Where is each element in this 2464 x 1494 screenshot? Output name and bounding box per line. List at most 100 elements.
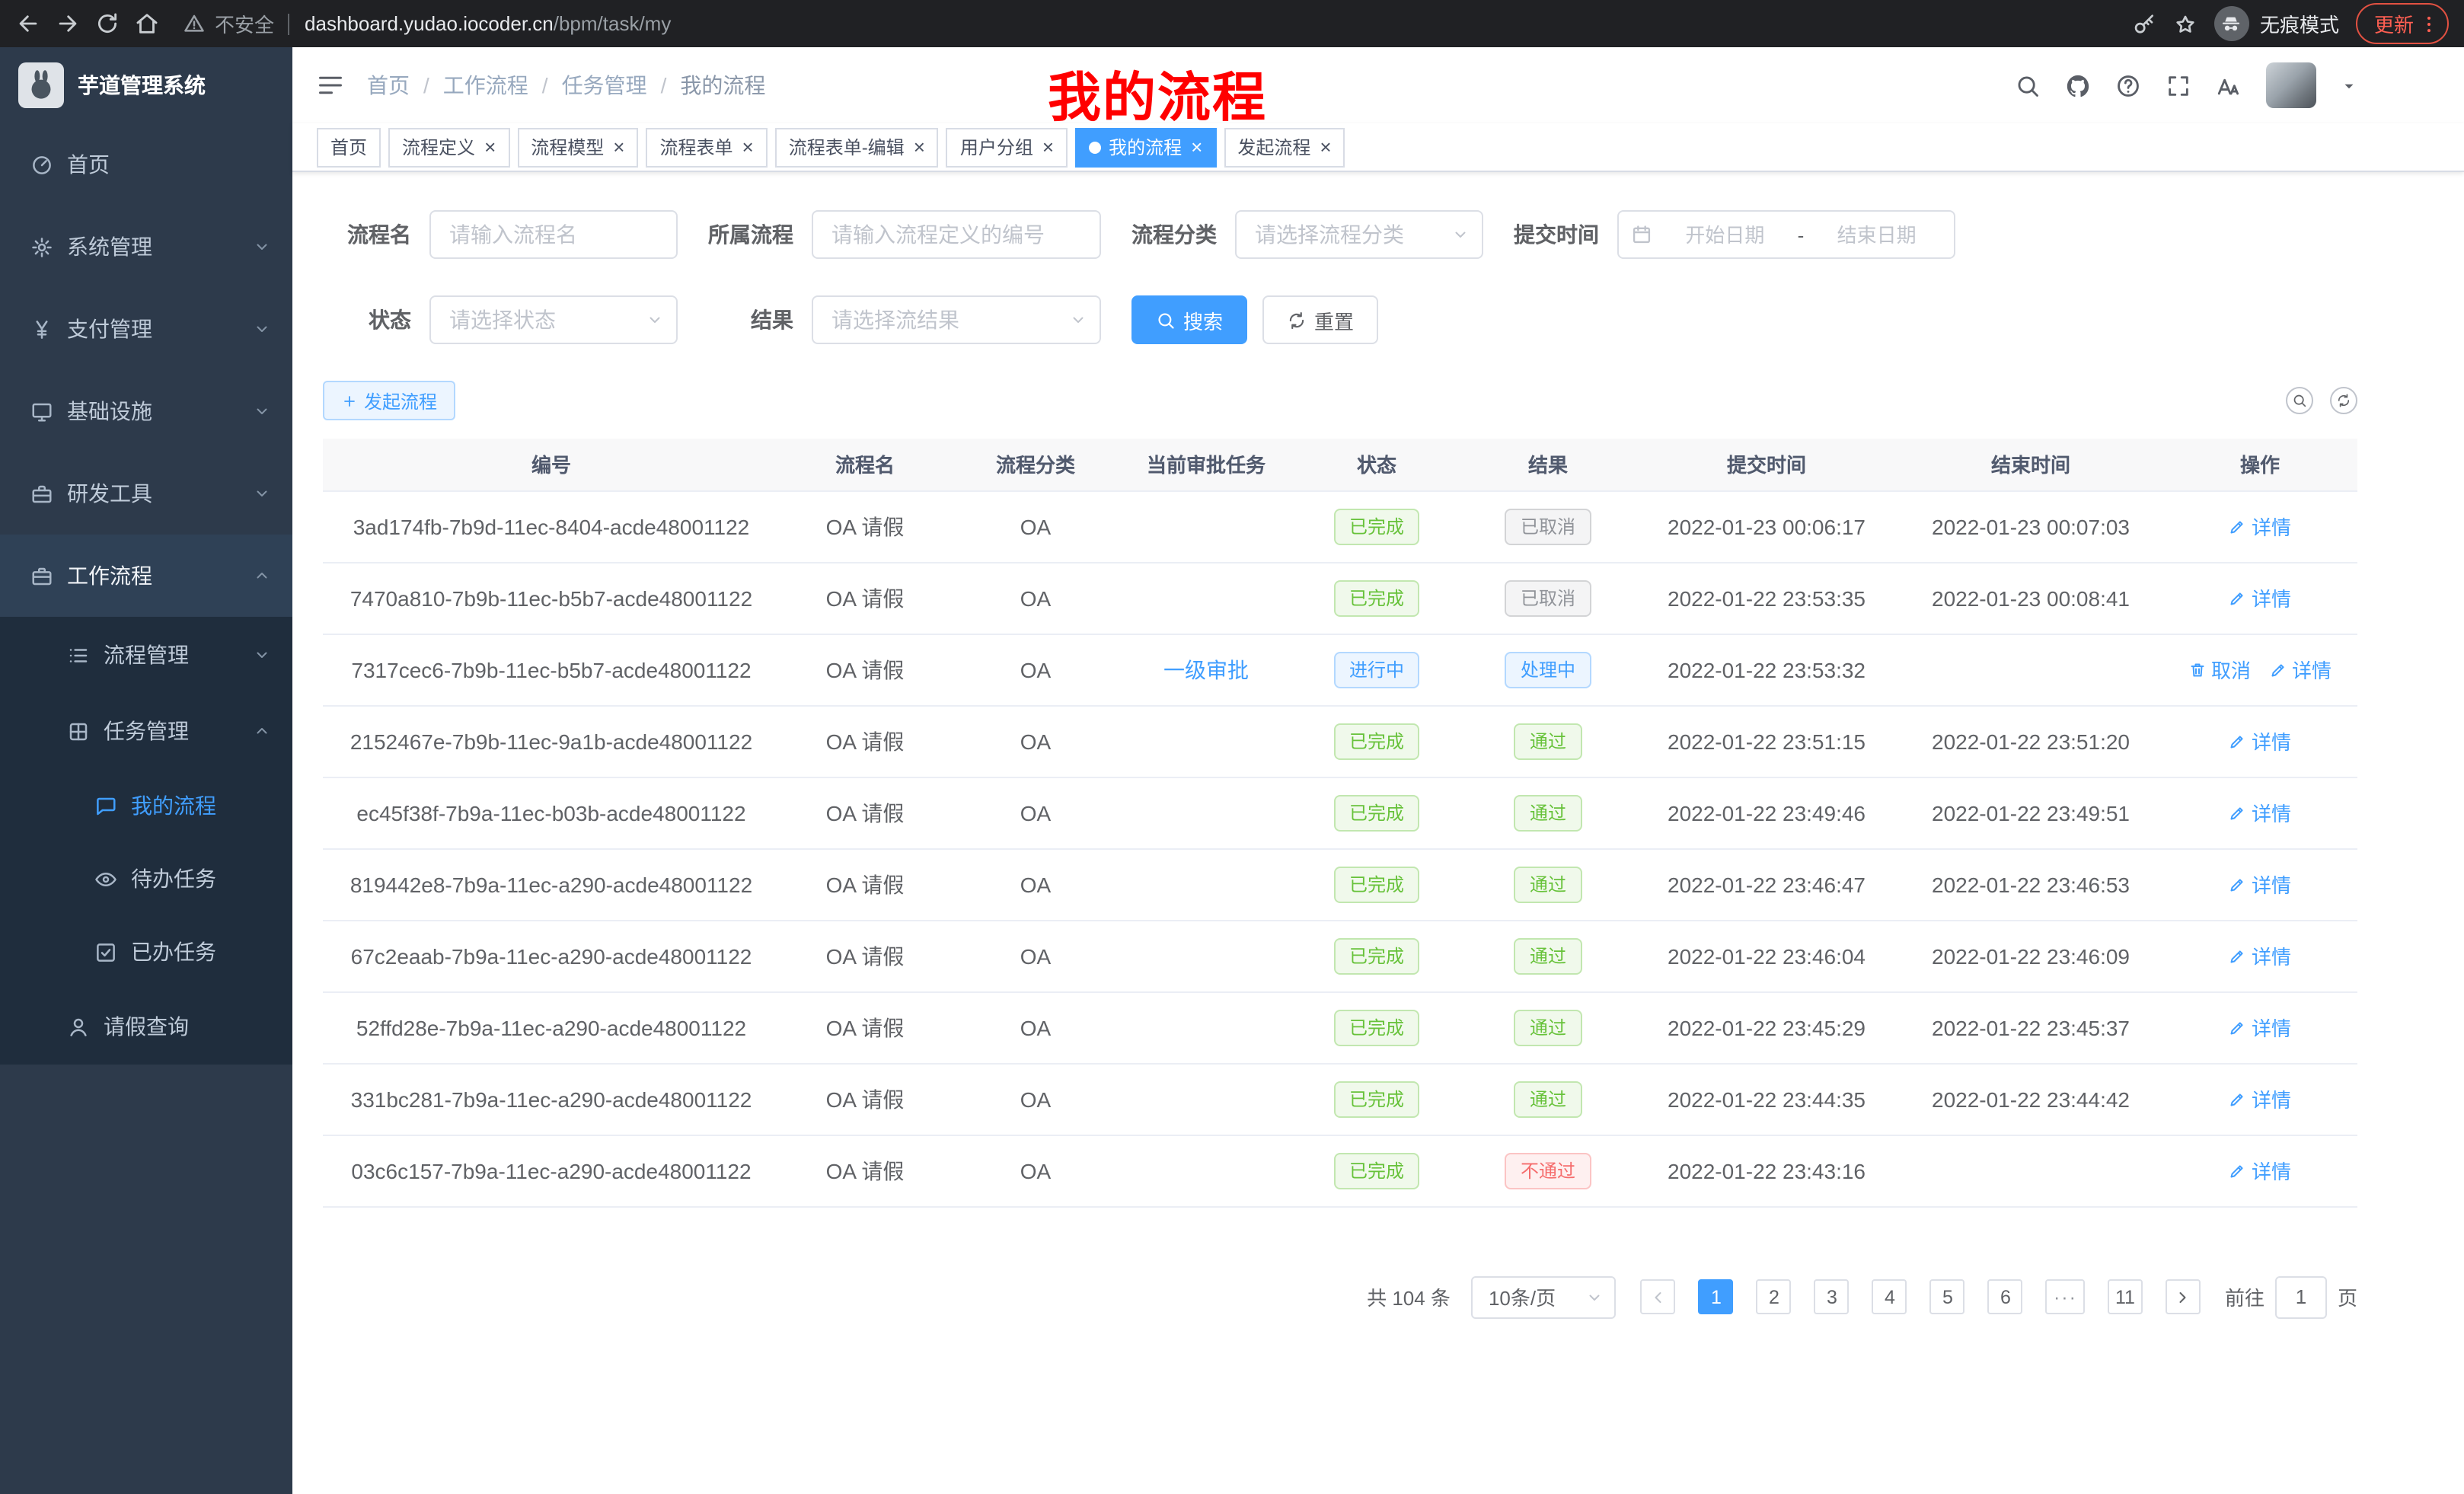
cell-current-task <box>1121 562 1291 634</box>
password-key-icon[interactable] <box>2132 11 2156 36</box>
page-button[interactable]: 11 <box>2108 1279 2143 1314</box>
breadcrumb-item[interactable]: 工作流程 <box>443 70 528 101</box>
github-icon[interactable] <box>2065 72 2091 98</box>
tab-item[interactable]: 流程表单-编辑× <box>775 127 939 167</box>
table-row: 67c2eaab-7b9a-11ec-a290-acde48001122OA 请… <box>323 920 2357 991</box>
tab-item[interactable]: 用户分组× <box>946 127 1068 167</box>
tab-label: 发起流程 <box>1237 134 1310 160</box>
collapse-sidebar-icon[interactable] <box>317 72 344 99</box>
action-detail-link[interactable]: 详情 <box>2229 941 2291 970</box>
avatar[interactable] <box>2266 62 2316 108</box>
page: 不安全 dashboard.yudao.iocoder.cn/bpm/task/… <box>0 0 2464 1494</box>
browser-reload-icon[interactable] <box>94 11 120 37</box>
not-secure-icon[interactable] <box>183 12 206 35</box>
tab-item[interactable]: 流程模型× <box>517 127 638 167</box>
help-icon[interactable] <box>2115 72 2141 98</box>
action-detail-link[interactable]: 详情 <box>2229 870 2291 899</box>
close-icon[interactable]: × <box>484 137 496 157</box>
page-button[interactable]: 1 <box>1699 1279 1734 1314</box>
sidebar-item-done-task[interactable]: 已办任务 <box>0 915 292 988</box>
end-date-input[interactable] <box>1811 223 1942 246</box>
browser-menu-icon[interactable] <box>2418 13 2440 34</box>
current-task-link[interactable]: 一级审批 <box>1163 657 1249 682</box>
search-button[interactable]: 搜索 <box>1131 295 1247 344</box>
cell-end-time: 2022-01-22 23:49:51 <box>1899 777 2162 848</box>
action-detail-link[interactable]: 详情 <box>2229 1084 2291 1113</box>
browser-forward-icon[interactable] <box>55 11 81 37</box>
result-tag: 通过 <box>1514 794 1581 831</box>
result-select[interactable]: 请选择流结果 <box>812 295 1101 344</box>
tab-item[interactable]: 流程定义× <box>388 127 509 167</box>
tab-item[interactable]: 流程表单× <box>646 127 767 167</box>
sidebar-item-home[interactable]: 首页 <box>0 123 292 206</box>
date-range-picker[interactable]: - <box>1617 210 1955 259</box>
process-definition-input[interactable] <box>812 210 1101 259</box>
address-bar[interactable]: 不安全 dashboard.yudao.iocoder.cn/bpm/task/… <box>183 9 2132 38</box>
close-icon[interactable]: × <box>613 137 624 157</box>
action-detail-link[interactable]: 详情 <box>2229 1013 2291 1042</box>
action-detail-link[interactable]: 详情 <box>2229 798 2291 827</box>
tab-item[interactable]: 发起流程 × <box>1224 127 1345 167</box>
page-button[interactable]: 5 <box>1930 1279 1965 1314</box>
close-icon[interactable]: × <box>1191 137 1202 157</box>
update-chip[interactable]: 更新 <box>2356 3 2449 44</box>
action-detail-link[interactable]: 详情 <box>2229 1156 2291 1185</box>
font-size-icon[interactable] <box>2216 72 2242 98</box>
page-button[interactable]: 4 <box>1872 1279 1907 1314</box>
close-icon[interactable]: × <box>1042 137 1054 157</box>
action-detail-link[interactable]: 详情 <box>2269 655 2332 684</box>
next-page-button[interactable] <box>2166 1279 2201 1314</box>
action-detail-link[interactable]: 详情 <box>2229 726 2291 755</box>
fullscreen-icon[interactable] <box>2166 72 2191 98</box>
sidebar-item-devtools[interactable]: 研发工具 <box>0 452 292 535</box>
close-icon[interactable]: × <box>914 137 925 157</box>
filter-status: 状态 请选择状态 <box>323 295 678 344</box>
reset-button[interactable]: 重置 <box>1262 295 1378 344</box>
sidebar-item-process-mgmt[interactable]: 流程管理 <box>0 617 292 693</box>
breadcrumb-item[interactable]: 首页 <box>367 70 410 101</box>
cell-end-time: 2022-01-22 23:51:20 <box>1899 705 2162 777</box>
prev-page-button[interactable] <box>1641 1279 1676 1314</box>
create-process-button[interactable]: 发起流程 <box>323 381 455 420</box>
search-icon[interactable] <box>2015 72 2041 98</box>
process-name-input[interactable] <box>429 210 678 259</box>
browser-back-icon[interactable] <box>15 11 41 37</box>
cell-submit-time: 2022-01-22 23:51:15 <box>1634 705 1899 777</box>
tab-item[interactable]: 我的流程× <box>1075 127 1216 167</box>
status-select[interactable]: 请选择状态 <box>429 295 678 344</box>
avatar-caret-down-icon[interactable] <box>2341 77 2357 94</box>
sidebar-item-system[interactable]: 系统管理 <box>0 206 292 288</box>
sidebar-item-my-process[interactable]: 我的流程 <box>0 769 292 842</box>
action-detail-link[interactable]: 详情 <box>2229 583 2291 612</box>
page-size-select[interactable]: 10条/页 <box>1472 1275 1617 1318</box>
browser-toolbar: 不安全 dashboard.yudao.iocoder.cn/bpm/task/… <box>0 0 2464 47</box>
page-button[interactable]: 3 <box>1814 1279 1850 1314</box>
page-button[interactable]: 2 <box>1757 1279 1792 1314</box>
sidebar-item-infrastructure[interactable]: 基础设施 <box>0 370 292 452</box>
close-icon[interactable]: × <box>1320 137 1331 157</box>
toggle-search-button[interactable] <box>2286 387 2313 414</box>
category-select[interactable]: 请选择流程分类 <box>1235 210 1483 259</box>
search-button-icon <box>1156 310 1176 330</box>
bookmark-star-icon[interactable] <box>2173 11 2197 36</box>
sidebar-item-todo-task[interactable]: 待办任务 <box>0 842 292 915</box>
page-button[interactable]: 6 <box>1988 1279 2023 1314</box>
goto-page-input[interactable] <box>2275 1275 2327 1318</box>
start-date-input[interactable] <box>1660 223 1790 246</box>
tab-item[interactable]: 首页 <box>317 127 381 167</box>
browser-home-icon[interactable] <box>134 11 160 37</box>
cell-process-name: OA 请假 <box>780 848 950 920</box>
sidebar-item-leave-query[interactable]: 请假查询 <box>0 988 292 1065</box>
action-detail-link[interactable]: 详情 <box>2229 512 2291 541</box>
filter-process-definition: 所属流程 <box>708 210 1101 259</box>
cell-result: 通过 <box>1462 1063 1634 1135</box>
close-icon[interactable]: × <box>742 137 754 157</box>
action-cancel-link[interactable]: 取消 <box>2188 655 2251 684</box>
pagination-more-button[interactable]: ··· <box>2046 1279 2085 1314</box>
gear-icon <box>30 235 53 258</box>
breadcrumb-item[interactable]: 任务管理 <box>562 70 647 101</box>
sidebar-item-payment[interactable]: 支付管理 <box>0 288 292 370</box>
sidebar-item-task-mgmt[interactable]: 任务管理 <box>0 693 292 769</box>
refresh-table-button[interactable] <box>2330 387 2357 414</box>
sidebar-item-workflow[interactable]: 工作流程 <box>0 535 292 617</box>
